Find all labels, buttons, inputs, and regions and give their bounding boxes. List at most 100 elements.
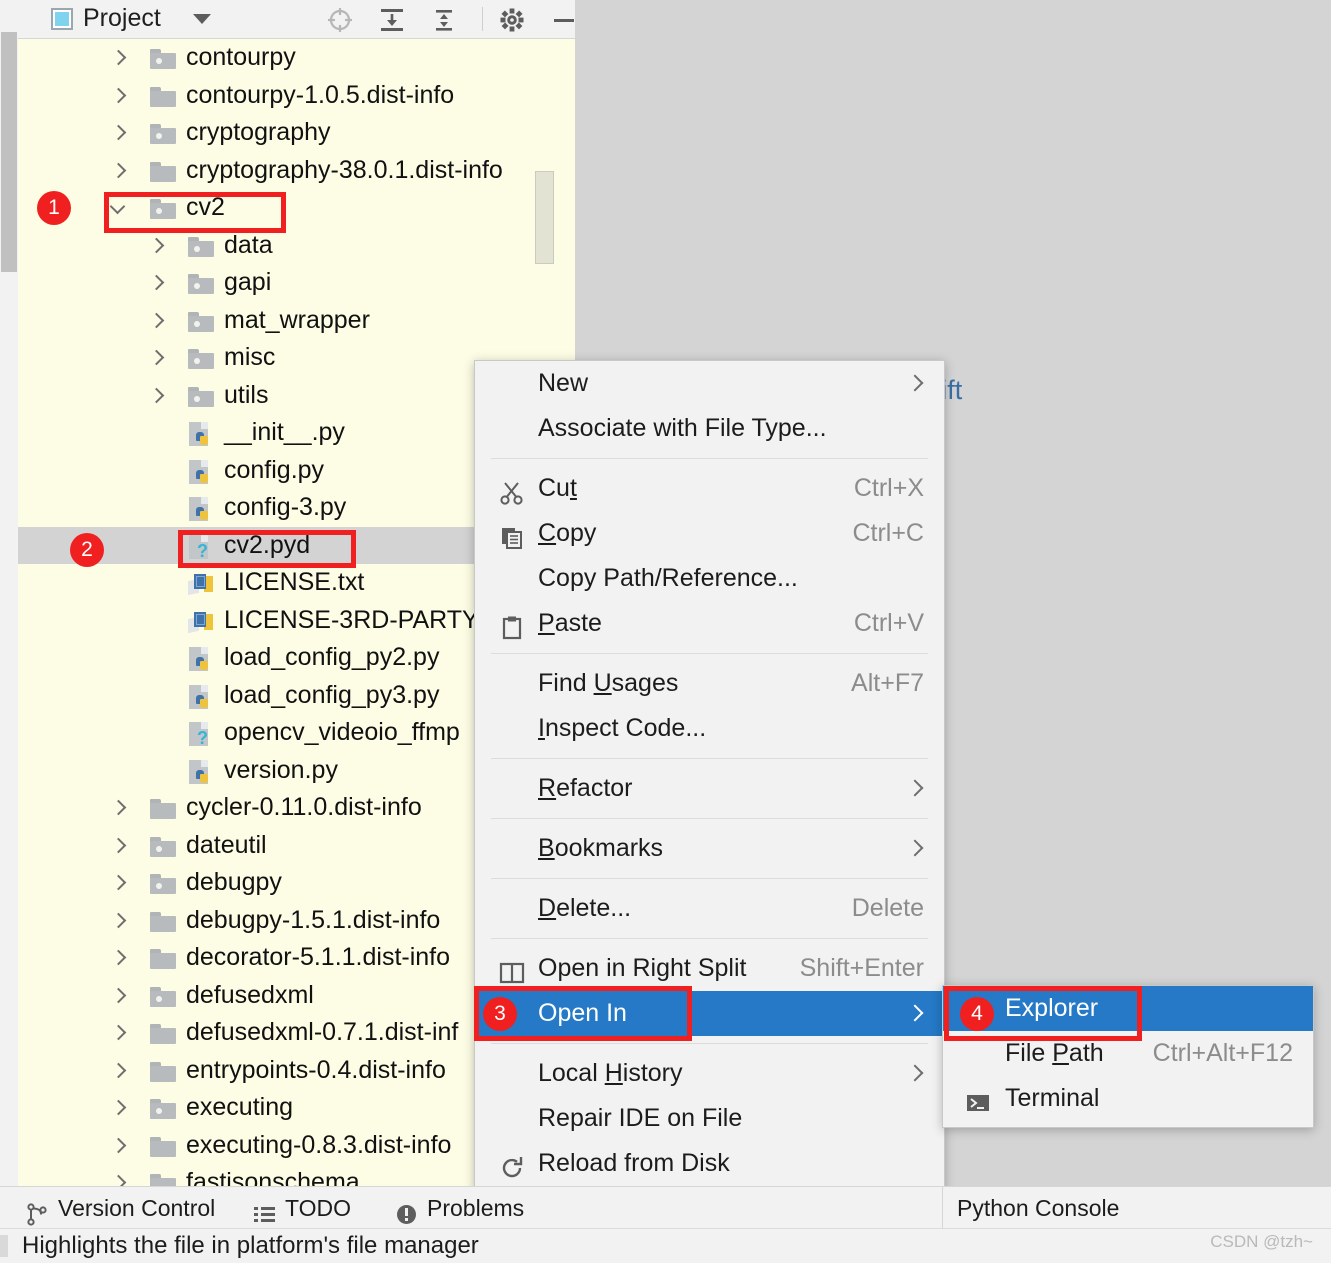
tree-row-label: decorator-5.1.1.dist-info — [186, 943, 451, 971]
chevron-right-icon[interactable] — [110, 800, 126, 816]
menu-item[interactable]: Associate with File Type... — [475, 406, 944, 451]
python-console-tab[interactable]: Python Console — [942, 1186, 1331, 1228]
chevron-right-icon — [909, 377, 922, 390]
python-file-icon — [188, 459, 214, 484]
chevron-right-icon[interactable] — [110, 1025, 126, 1041]
open-in-submenu[interactable]: Explorer File Path Ctrl+Alt+F12 Terminal — [942, 985, 1314, 1128]
menu-item[interactable]: Bookmarks — [475, 826, 944, 871]
folder-module-icon — [188, 272, 214, 294]
tree-row[interactable]: mat_wrapper — [18, 302, 575, 340]
menu-item[interactable]: Copy Ctrl+C — [475, 511, 944, 556]
menu-separator — [491, 458, 928, 459]
menu-item[interactable]: Terminal — [943, 1076, 1313, 1121]
menu-item-label: Explorer — [1005, 994, 1099, 1022]
tree-row-label: __init__.py — [224, 418, 345, 446]
chevron-right-icon[interactable] — [148, 313, 164, 329]
menu-item[interactable]: Find Usages Alt+F7 — [475, 661, 944, 706]
chevron-right-icon[interactable] — [110, 1175, 126, 1186]
chevron-right-icon[interactable] — [148, 388, 164, 404]
menu-item-shortcut: Ctrl+V — [853, 609, 924, 637]
menu-item-label: Reload from Disk — [538, 1149, 730, 1177]
chevron-right-icon[interactable] — [110, 88, 126, 104]
tree-row-label: executing-0.8.3.dist-info — [186, 1130, 452, 1159]
python-console-tab-label: Python Console — [957, 1195, 1120, 1221]
menu-item[interactable]: Copy Path/Reference... — [475, 556, 944, 601]
tree-row-label: data — [224, 230, 273, 259]
menu-separator — [491, 938, 928, 939]
menu-item-selected[interactable]: Open In — [475, 991, 944, 1036]
chevron-right-icon[interactable] — [110, 125, 126, 141]
folder-module-icon — [150, 1097, 176, 1119]
menu-item[interactable]: File Path Ctrl+Alt+F12 — [943, 1031, 1313, 1076]
locate-file-icon[interactable] — [324, 4, 356, 36]
chevron-right-icon[interactable] — [110, 1100, 126, 1116]
status-bar-marker — [0, 1235, 8, 1257]
tree-row-label: contourpy — [186, 43, 296, 71]
menu-item[interactable]: Inspect Code... — [475, 706, 944, 751]
minimize-icon[interactable] — [548, 4, 580, 36]
left-gutter — [0, 0, 18, 1186]
folder-module-icon — [150, 835, 176, 857]
menu-item[interactable]: Local History — [475, 1051, 944, 1096]
menu-item[interactable]: Paste Ctrl+V — [475, 601, 944, 646]
unknown-file-icon: ? — [188, 534, 214, 560]
tree-row[interactable]: cv2 — [18, 189, 575, 227]
menu-item-selected[interactable]: Explorer — [943, 986, 1313, 1031]
tree-row[interactable]: data — [18, 227, 575, 265]
menu-item-label: Terminal — [1005, 1084, 1100, 1112]
folder-module-icon — [150, 197, 176, 219]
menu-item-label: Repair IDE on File — [538, 1104, 743, 1132]
settings-gear-icon[interactable] — [496, 4, 528, 36]
chevron-right-icon[interactable] — [110, 1138, 126, 1154]
chevron-down-icon[interactable] — [193, 14, 211, 24]
chevron-right-icon[interactable] — [110, 950, 126, 966]
tree-row[interactable]: contourpy — [18, 39, 575, 77]
menu-item[interactable]: Open in Right Split Shift+Enter — [475, 946, 944, 991]
refresh-icon — [499, 1151, 525, 1178]
chevron-right-icon[interactable] — [148, 238, 164, 254]
tree-row[interactable]: gapi — [18, 264, 575, 302]
menu-item[interactable]: Delete... Delete — [475, 886, 944, 931]
chevron-right-icon[interactable] — [110, 163, 126, 179]
menu-item[interactable]: New — [475, 361, 944, 406]
expand-all-icon[interactable] — [376, 4, 408, 36]
file-context-menu[interactable]: New Associate with File Type... Cut Ctrl+X C… — [474, 360, 945, 1262]
tree-row-label: debugpy — [186, 868, 282, 896]
chevron-right-icon[interactable] — [110, 913, 126, 929]
project-panel-header: Project — [18, 0, 575, 39]
folder-icon — [150, 1172, 176, 1186]
python-file-icon — [188, 647, 214, 671]
folder-icon — [150, 910, 176, 932]
tree-vertical-scrollbar-thumb[interactable] — [535, 171, 554, 264]
chevron-right-icon[interactable] — [110, 875, 126, 891]
menu-item[interactable]: Repair IDE on File — [475, 1096, 944, 1141]
collapse-all-icon[interactable] — [428, 4, 460, 36]
python-file-icon — [188, 497, 214, 521]
tree-row[interactable]: cryptography — [18, 114, 575, 152]
menu-item[interactable]: Cut Ctrl+X — [475, 466, 944, 511]
chevron-right-icon[interactable] — [110, 1063, 126, 1079]
project-window-icon — [51, 8, 73, 30]
annotation-badge-2: 2 — [70, 533, 104, 567]
folder-icon — [150, 85, 176, 107]
folder-icon — [150, 1135, 176, 1157]
menu-item-label: Cut — [538, 474, 577, 502]
tree-row[interactable]: cryptography-38.0.1.dist-info — [18, 152, 575, 190]
menu-item-shortcut: Ctrl+C — [852, 519, 924, 547]
chevron-right-icon[interactable] — [148, 350, 164, 366]
chevron-down-icon[interactable] — [110, 200, 126, 216]
chevron-right-icon[interactable] — [110, 50, 126, 66]
menu-item[interactable]: Reload from Disk — [475, 1141, 944, 1186]
scissors-icon — [499, 476, 525, 505]
folder-module-icon — [150, 985, 176, 1007]
chevron-right-icon[interactable] — [110, 838, 126, 854]
left-gutter-scroll-thumb[interactable] — [1, 32, 17, 272]
menu-item[interactable]: Refactor — [475, 766, 944, 811]
menu-separator — [491, 1043, 928, 1044]
python-file-icon — [188, 422, 214, 446]
chevron-right-icon[interactable] — [148, 275, 164, 291]
tree-row[interactable]: contourpy-1.0.5.dist-info — [18, 77, 575, 115]
chevron-right-icon[interactable] — [110, 988, 126, 1004]
python-file-icon — [188, 684, 214, 709]
folder-icon — [150, 947, 176, 969]
